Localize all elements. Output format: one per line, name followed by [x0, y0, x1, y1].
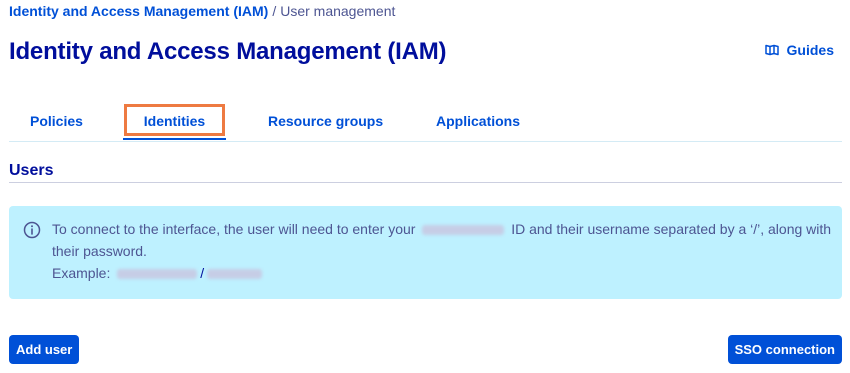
redacted-example-id [117, 269, 198, 280]
users-section-title: Users [9, 162, 54, 179]
iam-page: Identity and Access Management (IAM) / Use… [0, 0, 850, 373]
section-divider [9, 182, 842, 183]
tab-bar: Policies Identities Resource groups Appl… [9, 104, 842, 142]
guides-label: Guides [786, 42, 834, 58]
info-message-text: To connect to the interface, the user wi… [52, 218, 832, 284]
breadcrumb: Identity and Access Management (IAM) / Use… [9, 3, 395, 19]
example-separator: / [200, 265, 205, 281]
breadcrumb-separator: / [272, 3, 277, 19]
info-text-before: To connect to the interface, the user wi… [52, 221, 416, 237]
tab-identities[interactable]: Identities [123, 104, 226, 140]
redacted-account-id [422, 225, 505, 236]
tab-policies[interactable]: Policies [30, 104, 83, 140]
info-circle-icon [23, 221, 41, 244]
tab-resource-groups[interactable]: Resource groups [268, 104, 383, 140]
sso-connection-button[interactable]: SSO connection [727, 335, 842, 364]
breadcrumb-current: User management [280, 3, 396, 19]
breadcrumb-link-iam[interactable]: Identity and Access Management (IAM) [9, 3, 268, 19]
book-open-icon [764, 44, 779, 56]
example-label: Example: [52, 265, 111, 281]
page-title: Identity and Access Management (IAM) [9, 38, 447, 65]
add-user-button[interactable]: Add user [9, 335, 80, 364]
redacted-example-username [207, 269, 263, 280]
tab-applications[interactable]: Applications [436, 104, 520, 140]
guides-link[interactable]: Guides [764, 42, 834, 58]
info-message: To connect to the interface, the user wi… [9, 206, 842, 299]
